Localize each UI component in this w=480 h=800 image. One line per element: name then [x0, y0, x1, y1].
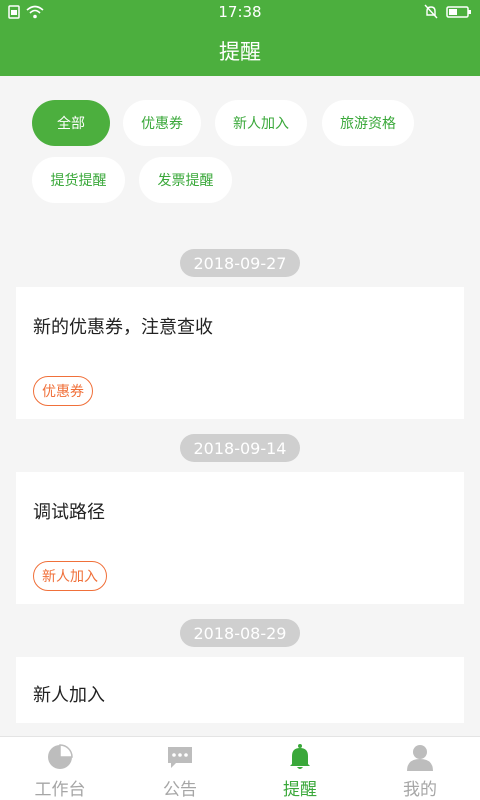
filter-chips: 全部 优惠券 新人加入 旅游资格 提货提醒 发票提醒 — [0, 76, 480, 226]
page-title: 提醒 — [219, 40, 261, 64]
person-icon — [406, 743, 434, 771]
filter-chip-travel[interactable]: 旅游资格 — [322, 100, 414, 146]
reminder-card[interactable]: 新人加入 — [16, 657, 464, 723]
filter-chip-coupon[interactable]: 优惠券 — [123, 100, 201, 146]
mute-bell-icon — [424, 4, 438, 23]
header: 提醒 — [0, 24, 480, 76]
filter-chip-invoice[interactable]: 发票提醒 — [139, 157, 232, 203]
filter-chip-all[interactable]: 全部 — [32, 100, 110, 146]
filter-chip-new-member[interactable]: 新人加入 — [215, 100, 307, 146]
status-time: 17:38 — [218, 3, 262, 21]
nav-label: 公告 — [163, 780, 197, 800]
nav-item-profile[interactable]: 我的 — [360, 737, 480, 800]
nav-item-announcements[interactable]: 公告 — [120, 737, 240, 800]
reminder-title: 调试路径 — [33, 502, 105, 523]
nav-label: 工作台 — [34, 780, 86, 800]
filter-chip-pickup[interactable]: 提货提醒 — [32, 157, 125, 203]
nav-item-workbench[interactable]: 工作台 — [0, 737, 120, 800]
bell-icon — [286, 743, 314, 771]
date-pill: 2018-08-29 — [180, 619, 300, 647]
reminder-title: 新的优惠券，注意查收 — [33, 317, 213, 338]
nav-item-reminders[interactable]: 提醒 — [240, 737, 360, 800]
pie-chart-icon — [46, 743, 74, 771]
reminder-tag: 优惠券 — [33, 376, 93, 406]
reminder-title: 新人加入 — [33, 685, 105, 706]
reminder-card[interactable]: 新的优惠券，注意查收 优惠券 — [16, 287, 464, 419]
status-right — [424, 4, 472, 23]
date-pill: 2018-09-27 — [180, 249, 300, 277]
reminder-tag: 新人加入 — [33, 561, 107, 591]
nav-label: 我的 — [403, 780, 437, 800]
battery-icon — [446, 4, 472, 23]
status-bar: 17:38 — [0, 0, 480, 24]
chat-bubble-icon — [166, 743, 194, 771]
date-pill: 2018-09-14 — [180, 434, 300, 462]
reminder-card[interactable]: 调试路径 新人加入 — [16, 472, 464, 604]
bottom-nav: 工作台 公告 提醒 我的 — [0, 736, 480, 800]
nav-label: 提醒 — [283, 780, 317, 800]
